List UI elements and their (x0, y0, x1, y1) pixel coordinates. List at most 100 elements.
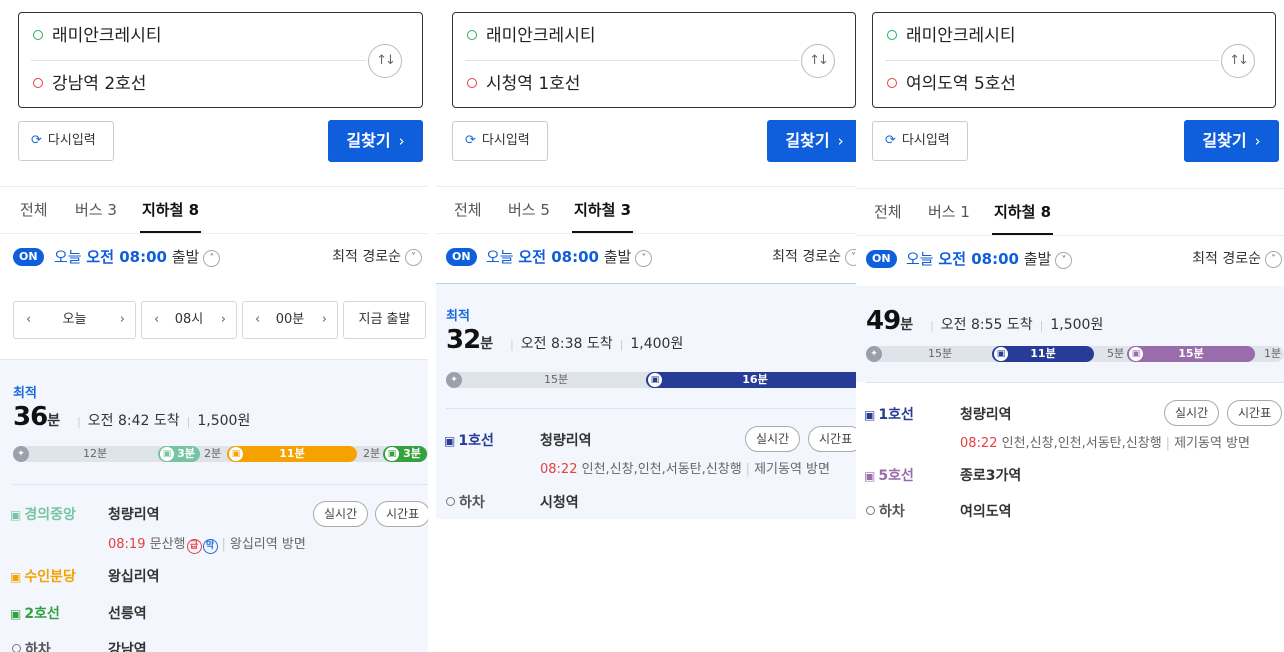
origin-field[interactable]: 래미안크레시티 (467, 13, 595, 59)
chevron-down-icon[interactable]: ˅ (1055, 252, 1073, 269)
reset-button[interactable]: ⟳ 다시입력 (18, 121, 114, 161)
depart-now-button[interactable]: 지금 출발 (343, 301, 426, 339)
refresh-icon: ⟳ (465, 133, 476, 148)
route-panel-yeouido: 래미안크레시티 여의도역 5호선 ↑↓ ⟳ 다시입력 길찾기 › 전체 버스 1 지… (856, 0, 1284, 652)
tab-subway[interactable]: 지하철 8 (140, 187, 202, 233)
chevron-right-icon[interactable]: › (221, 302, 226, 338)
result-tabs: 전체 버스 1 지하철 8 (856, 188, 1284, 236)
hour-picker[interactable]: ‹ 08시 › (141, 301, 237, 339)
alight-station: 강남역 (108, 642, 147, 652)
timetable-button[interactable]: 시간표 (808, 426, 864, 452)
search-route-button[interactable]: 길찾기 › (767, 120, 862, 162)
train-icon: ▣ (994, 347, 1008, 361)
leg-detail: 08:19 문산행 급 막 | 왕십리역 방면 (108, 537, 306, 554)
on-toggle[interactable]: ON (13, 248, 44, 266)
route-summary: 49분 | 오전 8:55 도착 | 1,500원 (866, 306, 1104, 336)
realtime-button[interactable]: 실시간 (313, 501, 369, 527)
train-icon: ▣ (10, 508, 22, 522)
realtime-button[interactable]: 실시간 (1164, 400, 1220, 426)
train-icon: ▣ (229, 447, 243, 461)
train-icon: ▣ (864, 469, 876, 483)
day-picker[interactable]: ‹ 오늘 › (13, 301, 136, 339)
train-icon: ▣ (10, 570, 22, 584)
chevron-up-icon[interactable]: ˄ (203, 250, 221, 267)
segment-gyeongui: ▣ 3분 (158, 446, 200, 462)
last-train-badge: 막 (202, 539, 218, 554)
tab-all[interactable]: 전체 (874, 189, 902, 235)
segment-suinbundang: ▣ 11분 (227, 446, 357, 462)
destination-field[interactable]: 여의도역 5호선 (887, 61, 1016, 107)
on-toggle[interactable]: ON (866, 250, 897, 268)
reset-button[interactable]: ⟳ 다시입력 (872, 121, 968, 161)
refresh-icon: ⟳ (885, 133, 896, 148)
chevron-right-icon[interactable]: › (322, 302, 327, 338)
walk-icon: ✦ (446, 372, 462, 388)
walk-icon: ✦ (866, 346, 882, 362)
leg-line-2: ▣ 2호선 (10, 606, 60, 622)
chevron-down-icon: ˅ (405, 249, 422, 266)
alight-station: 시청역 (540, 495, 579, 511)
best-route-label: 최적 (446, 309, 470, 324)
destination-dot-icon (467, 78, 477, 88)
sort-dropdown[interactable]: 최적 경로순 ˅ (772, 246, 862, 268)
timetable-button[interactable]: 시간표 (375, 501, 428, 527)
realtime-button[interactable]: 실시간 (745, 426, 801, 452)
leg-station: 종로3가역 (960, 468, 1022, 484)
tab-subway[interactable]: 지하철 3 (572, 187, 634, 233)
minute-picker[interactable]: ‹ 00분 › (242, 301, 338, 339)
segment-line5: ▣ 15분 (1127, 346, 1255, 362)
departure-row: ON 오늘 오전 08:00 출발 ˅ 최적 경로순 ˅ (436, 234, 864, 282)
leg-station: 청량리역 (540, 433, 592, 449)
route-card[interactable]: 최적 36분 | 오전 8:42 도착 | 1,500원 ✦ 12분 ▣ 3분 2분 ▣ 1… (0, 360, 428, 652)
route-search-box: 래미안크레시티 강남역 2호선 ↑↓ (18, 12, 423, 108)
route-card[interactable]: 최적 32분 | 오전 8:38 도착 | 1,400원 ✦ 15분 ▣ 16분 ▣ 1호선… (436, 283, 864, 519)
departure-time-text[interactable]: 오늘 오전 08:00 출발 ˅ (906, 248, 1073, 270)
origin-field[interactable]: 래미안크레시티 (887, 13, 1015, 59)
chevron-right-icon: › (837, 132, 844, 150)
swap-arrows-icon[interactable]: ↑↓ (1221, 44, 1255, 78)
tab-bus[interactable]: 버스 1 (928, 189, 970, 235)
destination-dot-icon (887, 78, 897, 88)
segment-line1: ▣ 11분 (992, 346, 1094, 362)
tab-subway[interactable]: 지하철 8 (992, 189, 1054, 235)
sort-dropdown[interactable]: 최적 경로순 ˅ (332, 246, 422, 268)
time-picker: ‹ 오늘 › ‹ 08시 › ‹ 00분 › 지금 출발 (0, 282, 428, 360)
leg-station: 왕십리역 (108, 569, 160, 585)
search-route-button[interactable]: 길찾기 › (328, 120, 423, 162)
tab-all[interactable]: 전체 (454, 187, 482, 233)
tab-bus[interactable]: 버스 3 (75, 187, 117, 233)
tab-all[interactable]: 전체 (20, 187, 48, 233)
destination-field[interactable]: 시청역 1호선 (467, 61, 580, 107)
route-search-box: 래미안크레시티 여의도역 5호선 ↑↓ (872, 12, 1276, 108)
destination-field[interactable]: 강남역 2호선 (33, 61, 146, 107)
on-toggle[interactable]: ON (446, 248, 477, 266)
chevron-right-icon[interactable]: › (120, 302, 125, 338)
leg-line-1: ▣ 1호선 (444, 433, 494, 449)
train-icon: ▣ (444, 434, 456, 448)
train-icon: ▣ (864, 408, 876, 422)
timetable-button[interactable]: 시간표 (1227, 400, 1283, 426)
route-timeline-bar: ✦ 12분 ▣ 3분 2분 ▣ 11분 2분 ▣ 3분 (13, 446, 428, 462)
origin-dot-icon (33, 30, 43, 40)
train-icon: ▣ (160, 447, 174, 461)
leg-station: 선릉역 (108, 606, 147, 622)
alight-icon (866, 506, 875, 515)
search-route-button[interactable]: 길찾기 › (1184, 120, 1279, 162)
leg-station: 청량리역 (108, 507, 160, 523)
route-card[interactable]: 49분 | 오전 8:55 도착 | 1,500원 ✦ 15분 ▣ 11분 5분 ▣ 15분… (856, 286, 1284, 382)
route-timeline-bar: ✦ 15분 ▣ 11분 5분 ▣ 15분 1분 (866, 346, 1284, 362)
reset-button[interactable]: ⟳ 다시입력 (452, 121, 548, 161)
chevron-down-icon[interactable]: ˅ (635, 250, 653, 267)
leg-detail: 08:22 인천,신창,인천,서동탄,신창행 | 제기동역 방면 (960, 436, 1250, 451)
sort-dropdown[interactable]: 최적 경로순 ˅ (1192, 248, 1282, 270)
departure-row: ON 오늘 오전 08:00 출발 ˄ 최적 경로순 ˅ (0, 234, 428, 282)
alight-label: 하차 (866, 501, 905, 521)
tab-bus[interactable]: 버스 5 (508, 187, 550, 233)
departure-time-text[interactable]: 오늘 오전 08:00 출발 ˄ (54, 246, 221, 268)
departure-time-text[interactable]: 오늘 오전 08:00 출발 ˅ (486, 246, 653, 268)
swap-arrows-icon[interactable]: ↑↓ (801, 44, 835, 78)
origin-dot-icon (887, 30, 897, 40)
swap-arrows-icon[interactable]: ↑↓ (368, 44, 402, 78)
segment-line2: ▣ 3분 (383, 446, 427, 462)
origin-field[interactable]: 래미안크레시티 (33, 13, 161, 59)
